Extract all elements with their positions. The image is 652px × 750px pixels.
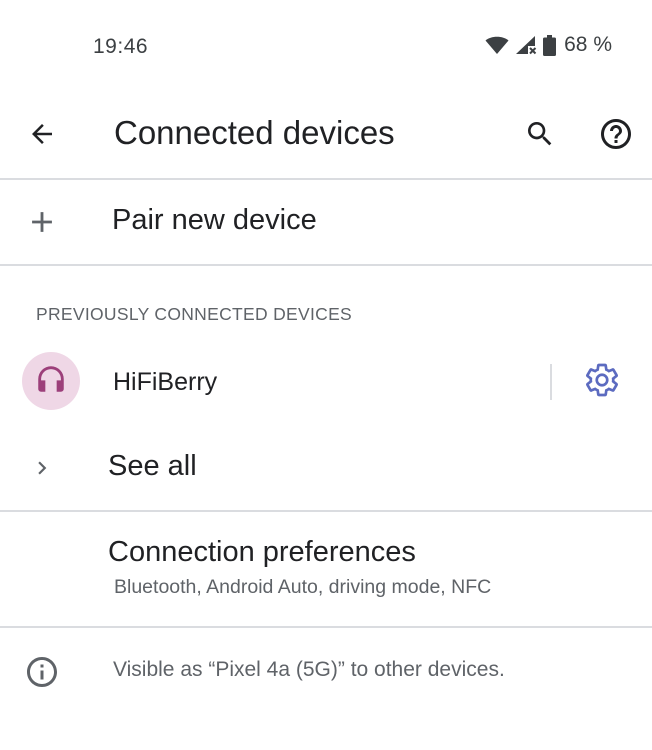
status-icons: 68 % [485,33,612,57]
connection-preferences-subtitle: Bluetooth, Android Auto, driving mode, N… [114,576,492,598]
device-item-hifiberry[interactable]: HiFiBerry [0,344,652,420]
page-title: Connected devices [114,114,395,151]
connection-preferences-title: Connection preferences [108,536,416,568]
avatar [22,352,80,410]
see-all-label: See all [108,450,197,482]
previously-connected-header: PREVIOUSLY CONNECTED DEVICES [36,304,353,324]
divider [0,626,652,628]
arrow-back-icon [27,119,57,154]
chevron-right-icon [26,450,58,486]
see-all-item[interactable]: See all [0,426,652,510]
connection-preferences-item[interactable]: Connection preferences Bluetooth, Androi… [0,514,652,626]
help-icon [598,116,634,157]
device-settings-button[interactable] [580,360,624,404]
divider [0,264,652,266]
help-button[interactable] [594,114,638,158]
visibility-info: Visible as “Pixel 4a (5G)” to other devi… [0,630,652,720]
app-bar: Connected devices [0,92,652,180]
headphones-icon [34,362,68,401]
visible-as-text: Visible as “Pixel 4a (5G)” to other devi… [113,658,505,681]
back-button[interactable] [20,114,64,158]
cell-signal-no-service-icon [515,35,537,55]
info-icon [22,652,62,692]
device-name: HiFiBerry [113,368,218,396]
pair-new-device-label: Pair new device [112,204,317,236]
status-bar: 19:46 68 % [0,0,652,90]
battery-percentage: 68 % [564,33,612,56]
battery-icon [543,34,557,56]
search-button[interactable] [518,114,562,158]
vertical-divider [550,364,552,400]
status-time: 19:46 [93,35,149,58]
pair-new-device-item[interactable]: Pair new device [0,182,652,264]
wifi-icon [485,35,509,55]
divider [0,510,652,512]
search-icon [524,118,556,155]
gear-icon [584,362,620,403]
divider [0,178,652,180]
add-icon [22,202,62,242]
